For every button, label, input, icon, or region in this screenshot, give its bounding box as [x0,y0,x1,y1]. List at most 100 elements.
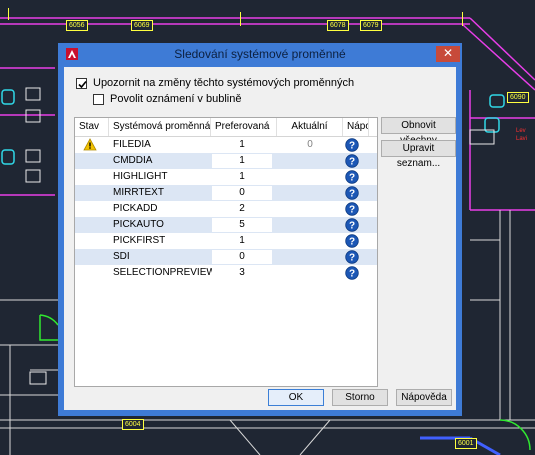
variable-name: SDI [113,251,130,262]
variable-name: PICKADD [113,203,158,214]
table-row[interactable]: CMDDIA 1? [75,153,377,169]
preferred-value: 1 [239,155,245,166]
status-cell [83,217,101,233]
preferred-value-field[interactable]: 1 [212,234,272,248]
dialog-content: Upozornit na změny těchto systémových pr… [64,67,456,410]
cad-room-tag: 6069 [131,20,153,31]
cad-room-tag: 6001 [455,438,477,449]
column-header-variable[interactable]: Systémová proměnná [109,118,211,136]
variable-name: PICKAUTO [113,219,164,230]
bubble-option[interactable]: Povolit oznámení v bublině [93,93,241,105]
svg-text:?: ? [349,157,355,168]
reset-all-button[interactable]: Obnovit všechny [381,117,456,146]
preferred-value-field[interactable]: 5 [212,218,272,232]
ok-button[interactable]: OK [268,389,324,406]
cad-red-label: Lev [516,128,526,134]
close-button[interactable]: ✕ [436,46,460,62]
help-icon[interactable]: ? [345,170,359,184]
current-value [277,249,343,265]
variable-name: CMDDIA [113,155,153,166]
variable-name: SELECTIONPREVIEW [113,267,216,278]
variable-name: FILEDIA [113,139,151,150]
svg-text:?: ? [349,269,355,280]
column-header-status[interactable]: Stav [75,118,109,136]
help-button[interactable]: Nápověda [396,389,452,406]
help-icon[interactable]: ? [345,138,359,152]
system-variable-monitor-dialog: Sledování systémové proměnné ✕ Upozornit… [58,43,462,416]
column-header-current[interactable]: Aktuální [277,118,343,136]
cad-room-tag: 6090 [507,92,529,103]
help-icon[interactable]: ? [345,202,359,216]
svg-text:?: ? [349,253,355,264]
table-row[interactable]: PICKAUTO 5? [75,217,377,233]
preferred-value-field[interactable]: 2 [212,202,272,216]
preferred-value: 1 [239,171,245,182]
svg-text:?: ? [349,173,355,184]
help-icon[interactable]: ? [345,154,359,168]
table-row[interactable]: FILEDIA 1 0? [75,137,377,153]
table-row[interactable]: MIRRTEXT 0? [75,185,377,201]
preferred-value-field[interactable]: 0 [212,186,272,200]
table-row[interactable]: SELECTIONPREVIEW 3? [75,265,377,281]
table-row[interactable]: SDI 0? [75,249,377,265]
notify-option[interactable]: Upozornit na změny těchto systémových pr… [76,77,354,89]
preferred-value: 1 [239,235,245,246]
svg-text:?: ? [349,205,355,216]
current-value [277,201,343,217]
current-value: 0 [307,139,313,150]
dialog-title: Sledování systémové proměnné [174,47,346,61]
help-icon[interactable]: ? [345,234,359,248]
preferred-value: 0 [239,187,245,198]
table-row[interactable]: PICKADD 2? [75,201,377,217]
bubble-label: Povolit oznámení v bublině [110,93,242,105]
current-value [277,217,343,233]
preferred-value: 5 [239,219,245,230]
preferred-value-field[interactable]: 1 [212,170,272,184]
status-cell [83,265,101,281]
notify-label: Upozornit na změny těchto systémových pr… [93,77,355,89]
preferred-value: 3 [239,267,245,278]
variable-name: PICKFIRST [113,235,166,246]
table-header: Stav Systémová proměnná Preferovaná Aktu… [75,118,377,137]
variable-name: HIGHLIGHT [113,171,168,182]
bubble-checkbox[interactable] [93,93,104,105]
column-header-preferred[interactable]: Preferovaná [211,118,277,136]
variables-table: Stav Systémová proměnná Preferovaná Aktu… [74,117,378,387]
cad-room-tag: 6056 [66,20,88,31]
edit-list-button[interactable]: Upravit seznam... [381,140,456,169]
cad-room-tag: 6004 [122,419,144,430]
preferred-value-field[interactable]: 3 [212,266,272,280]
preferred-value: 2 [239,203,245,214]
cad-red-label: Lavi [516,136,528,142]
cad-room-tag: 6078 [327,20,349,31]
preferred-value-field[interactable]: 1 [212,138,272,152]
help-icon[interactable]: ? [345,266,359,280]
status-cell [83,201,101,217]
warning-icon [83,138,97,151]
svg-text:?: ? [349,141,355,152]
table-row[interactable]: PICKFIRST 1? [75,233,377,249]
preferred-value-field[interactable]: 1 [212,154,272,168]
svg-text:?: ? [349,189,355,200]
status-cell [83,233,101,249]
dialog-titlebar[interactable]: Sledování systémové proměnné ✕ [58,43,462,65]
status-cell [83,153,101,169]
table-row[interactable]: HIGHLIGHT 1? [75,169,377,185]
help-icon[interactable]: ? [345,186,359,200]
preferred-value: 1 [239,139,245,150]
notify-checkbox[interactable] [76,77,87,89]
cancel-button[interactable]: Storno [332,389,388,406]
preferred-value-field[interactable]: 0 [212,250,272,264]
help-icon[interactable]: ? [345,250,359,264]
cad-room-tag: 6079 [360,20,382,31]
current-value [277,185,343,201]
column-header-help[interactable]: Nápo [343,118,369,136]
status-cell [83,169,101,185]
status-cell [83,249,101,265]
status-cell [83,137,101,153]
svg-text:?: ? [349,221,355,232]
svg-text:?: ? [349,237,355,248]
help-icon[interactable]: ? [345,218,359,232]
current-value [277,233,343,249]
current-value [277,169,343,185]
